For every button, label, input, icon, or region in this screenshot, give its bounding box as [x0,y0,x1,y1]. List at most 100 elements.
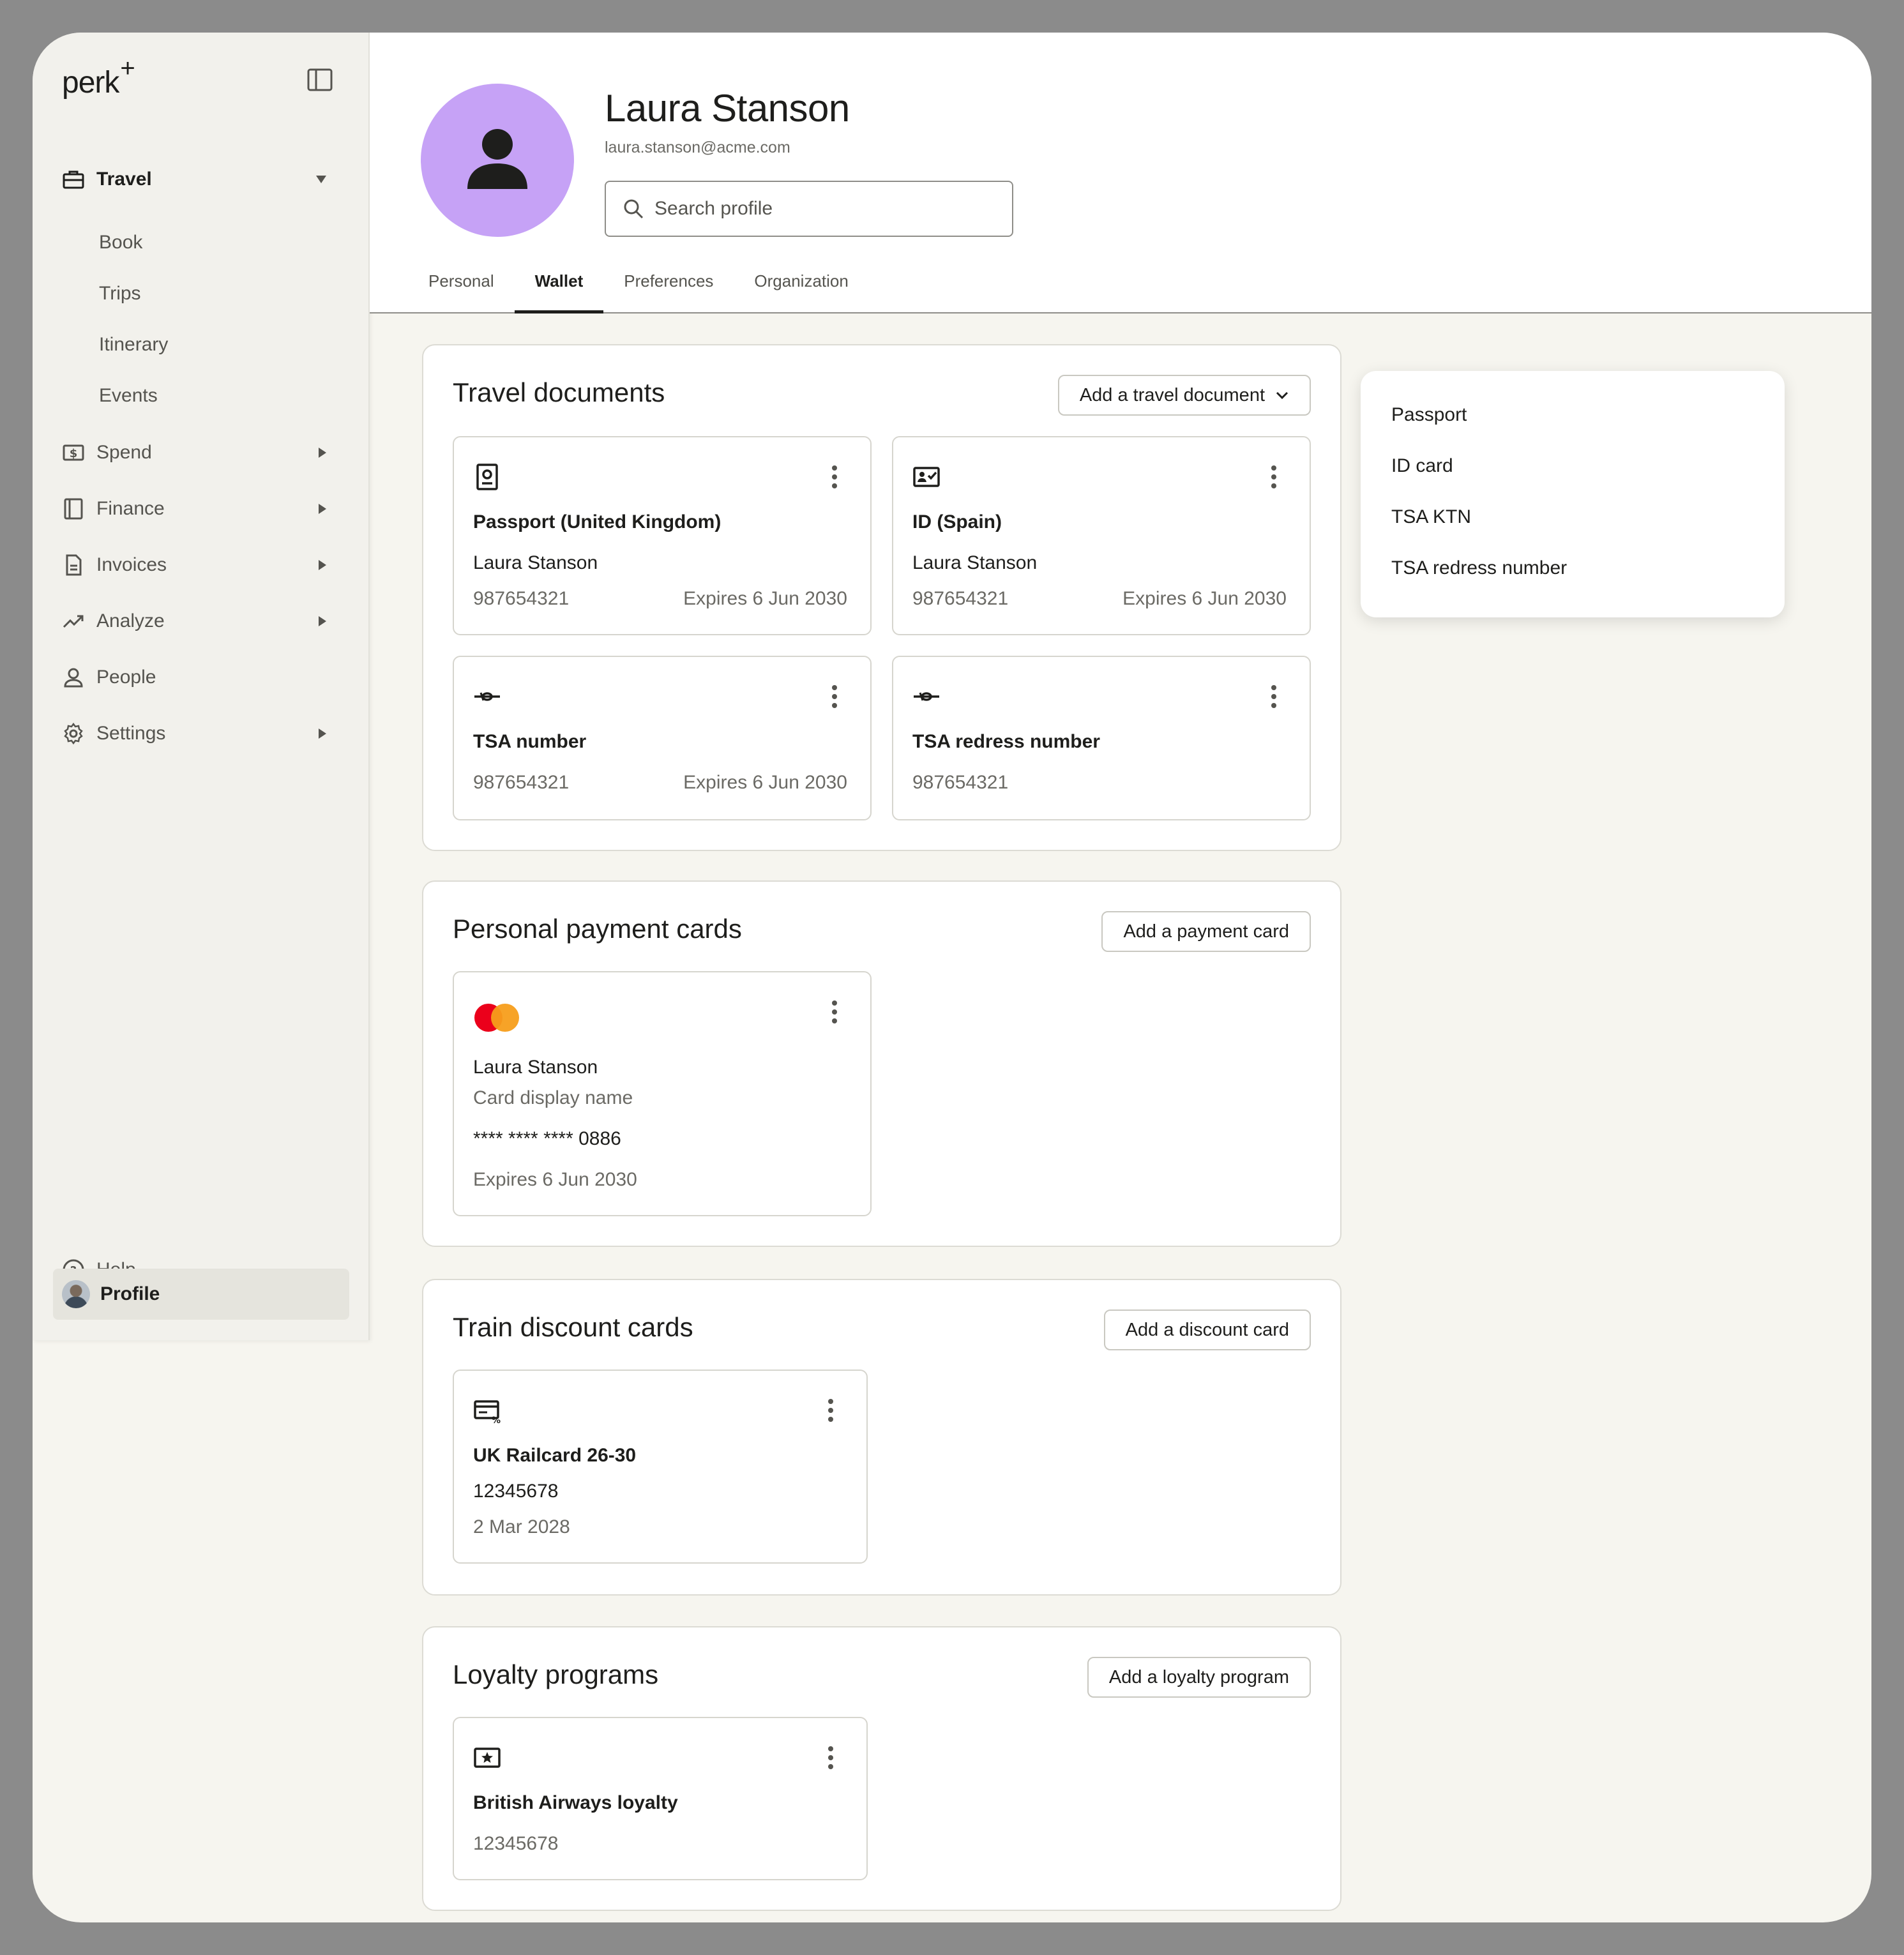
sidebar-item-travel[interactable]: Travel [62,160,338,199]
sidebar-item-label: Spend [96,442,152,463]
plane-icon [914,692,939,701]
avatar [421,84,574,237]
tab-organization[interactable]: Organization [734,268,868,313]
chevron-down-icon [1276,391,1288,400]
more-options-icon[interactable] [831,685,838,711]
add-loyalty-program-button[interactable]: Add a loyalty program [1087,1657,1311,1698]
discount-card-icon: % [474,1400,501,1424]
user-icon [467,129,527,189]
trend-icon [62,610,85,633]
card-holder: Laura Stanson [473,1057,598,1078]
passport-icon [476,464,498,490]
button-label: Add a loyalty program [1108,1666,1289,1687]
document-expiry: Expires 6 Jun 2030 [683,772,847,793]
sidebar-item-settings[interactable]: Settings [62,714,338,753]
id-card-icon [913,467,940,487]
plane-icon [474,692,500,701]
sidebar-item-profile[interactable]: Profile [53,1269,349,1320]
sidebar-subitem-events[interactable]: Events [99,380,158,412]
search-icon [624,199,644,219]
mastercard-icon [474,1004,519,1032]
sidebar-subitem-itinerary[interactable]: Itinerary [99,329,168,361]
tab-personal[interactable]: Personal [408,268,515,313]
document-holder: Laura Stanson [912,552,1038,573]
sidebar-item-label: Finance [96,498,165,519]
payment-cards-section: Personal payment cards Add a payment car… [422,880,1341,1247]
more-options-icon[interactable] [827,1746,835,1772]
dropdown-option-passport[interactable]: Passport [1391,404,1467,426]
sidebar: perk+ Travel Book Trips Itinerary Events… [33,33,370,1340]
add-payment-card-button[interactable]: Add a payment card [1101,911,1311,952]
dropdown-option-tsa-redress[interactable]: TSA redress number [1391,557,1567,579]
dropdown-option-tsa-ktn[interactable]: TSA KTN [1391,506,1471,528]
logo[interactable]: perk+ [62,54,135,100]
add-discount-card-button[interactable]: Add a discount card [1103,1310,1311,1350]
app-window: perk+ Travel Book Trips Itinerary Events… [33,33,1871,1922]
section-title: Train discount cards [453,1312,693,1342]
document-title: TSA number [473,731,587,752]
chevron-right-icon [319,560,326,570]
star-card-icon [474,1747,501,1768]
dropdown-option-id-card[interactable]: ID card [1391,455,1453,477]
section-title: Loyalty programs [453,1659,659,1689]
sidebar-subitem-book[interactable]: Book [99,227,142,259]
document-expiry: Expires 6 Jun 2030 [1122,588,1287,609]
page-title: Laura Stanson [605,87,850,130]
document-icon [62,554,85,577]
document-number: 987654321 [473,772,570,793]
loyalty-card[interactable]: British Airways loyalty 12345678 [453,1717,868,1880]
briefcase-icon [62,168,85,191]
sidebar-toggle-icon[interactable] [305,64,335,95]
sidebar-item-analyze[interactable]: Analyze [62,602,338,640]
more-options-icon[interactable] [827,1399,835,1424]
more-options-icon[interactable] [1270,465,1278,491]
section-title: Personal payment cards [453,914,742,944]
avatar [62,1280,90,1308]
document-card[interactable]: ID (Spain) Laura Stanson 987654321 Expir… [892,436,1311,635]
user-email: laura.stanson@acme.com [605,139,790,156]
chevron-right-icon [319,504,326,514]
sidebar-item-people[interactable]: People [62,658,338,697]
ledger-icon [62,497,85,520]
card-display-name: Card display name [473,1087,633,1108]
payment-card[interactable]: Laura Stanson Card display name **** ***… [453,971,872,1216]
more-options-icon[interactable] [1270,685,1278,711]
sidebar-item-label: Profile [100,1283,160,1304]
more-options-icon[interactable] [831,1000,838,1026]
sidebar-item-label: Travel [96,169,152,190]
button-label: Add a travel document [1079,384,1265,405]
document-title: ID (Spain) [912,511,1002,532]
sidebar-subitem-trips[interactable]: Trips [99,278,141,310]
document-number: 987654321 [912,588,1009,609]
document-number: 987654321 [912,772,1009,793]
document-title: Passport (United Kingdom) [473,511,722,532]
more-options-icon[interactable] [831,465,838,491]
document-card[interactable]: TSA redress number 987654321 [892,656,1311,820]
person-icon [62,666,85,689]
sidebar-item-spend[interactable]: $ Spend [62,434,338,472]
svg-text:%: % [492,1415,501,1424]
section-title: Travel documents [453,377,665,407]
tab-wallet[interactable]: Wallet [514,268,604,313]
chevron-right-icon [319,616,326,626]
document-number: 987654321 [473,588,570,609]
document-card[interactable]: TSA number 987654321 Expires 6 Jun 2030 [453,656,872,820]
discount-cards-section: Train discount cards Add a discount card… [422,1279,1341,1596]
card-number: **** **** **** 0886 [473,1128,621,1149]
add-travel-document-button[interactable]: Add a travel document [1057,375,1311,416]
travel-documents-section: Travel documents Add a travel document P… [422,344,1341,851]
discount-card[interactable]: % UK Railcard 26-30 12345678 2 Mar 2028 [453,1370,868,1564]
sidebar-item-finance[interactable]: Finance [62,490,338,528]
document-card[interactable]: Passport (United Kingdom) Laura Stanson … [453,436,872,635]
sidebar-item-invoices[interactable]: Invoices [62,546,338,584]
profile-header: Laura Stanson laura.stanson@acme.com Per… [370,33,1871,313]
gear-icon [62,722,85,745]
button-label: Add a payment card [1123,921,1289,942]
button-label: Add a discount card [1125,1319,1289,1340]
tab-preferences[interactable]: Preferences [603,268,734,313]
chevron-down-icon [316,176,326,183]
document-expiry: Expires 6 Jun 2030 [683,588,847,609]
document-title: TSA redress number [912,731,1100,752]
loyalty-programs-section: Loyalty programs Add a loyalty program B… [422,1626,1341,1911]
search-input[interactable] [654,198,999,220]
